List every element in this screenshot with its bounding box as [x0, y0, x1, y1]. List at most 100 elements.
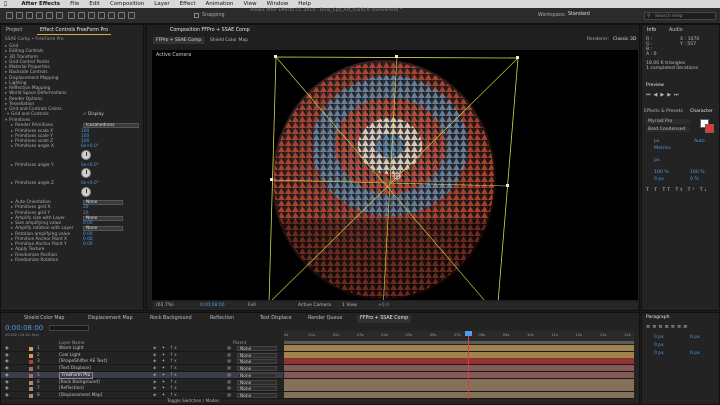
comp-sub-tab-1[interactable]: FFPro + SSAE Comp — [153, 37, 205, 44]
horizontal-scale-field[interactable]: 100 % — [690, 170, 705, 175]
timeline-tab-0[interactable]: Shield Color Map — [21, 315, 67, 323]
menu-edit[interactable]: Edit — [89, 1, 100, 7]
work-area-bar[interactable] — [284, 341, 634, 344]
disclosure-triangle-icon[interactable]: ▸ — [5, 70, 7, 75]
prim-value[interactable]: 0x+0.0° — [81, 144, 99, 149]
space-before[interactable]: 0 px — [654, 351, 664, 356]
prim-row-5[interactable]: ▸ Primitives angle Z 0x+0.0° — [11, 181, 99, 186]
parent-dropdown[interactable]: None — [237, 392, 277, 399]
indent-right[interactable]: 0 px — [690, 335, 700, 340]
disclosure-triangle-icon[interactable]: ▾ — [5, 118, 7, 123]
disclosure-triangle-icon[interactable]: ▸ — [5, 97, 7, 102]
vertical-scale-field[interactable]: 100 % — [654, 170, 669, 175]
baseline-shift-field[interactable]: 0 px — [654, 177, 664, 182]
pen-tool-icon[interactable] — [78, 12, 85, 19]
layer-dropdown[interactable]: None — [83, 215, 123, 221]
disclosure-triangle-icon[interactable]: ▸ — [11, 232, 13, 237]
layer-switches-icon[interactable]: ◈ ✦ fx — [153, 392, 179, 399]
disclosure-triangle-icon[interactable]: ▸ — [11, 253, 13, 258]
lower-row-11[interactable]: ▸ Randomize Rotation — [11, 258, 58, 263]
render-primitives-row[interactable]: ▸ Render Primitives Icosahedrons — [11, 122, 139, 128]
layer-duration-bar[interactable] — [284, 391, 634, 399]
tab-effect-controls[interactable]: Effect Controls FreeForm Pro — [37, 27, 112, 35]
tsume-field[interactable]: 0 % — [690, 177, 699, 182]
layer-dropdown[interactable]: None — [83, 200, 123, 205]
zoom-level[interactable]: (61.7%) — [156, 301, 174, 310]
parent-dropdown[interactable]: None — [237, 372, 277, 379]
menu-app[interactable]: After Effects — [21, 1, 60, 7]
disclosure-triangle-icon[interactable]: ▸ — [11, 237, 13, 242]
tab-character[interactable]: Character — [690, 109, 713, 114]
timeline-tab-3[interactable]: Reflection — [207, 315, 237, 323]
paragraph-header[interactable]: Paragraph — [646, 315, 670, 320]
timeline-tab-4[interactable]: Text Displace — [257, 315, 295, 323]
stroke-color-swatch[interactable] — [705, 124, 714, 133]
timeline-timecode[interactable]: 0:00:08:00 — [5, 324, 43, 332]
prim-value[interactable]: 0x+0.0° — [81, 181, 99, 186]
disclosure-triangle-icon[interactable]: ▸ — [11, 258, 13, 263]
layer-name[interactable]: [Displacement Map] — [59, 392, 102, 399]
preview-header[interactable]: Preview — [646, 83, 664, 88]
disclosure-triangle-icon[interactable]: ▸ — [11, 163, 13, 168]
indent-first[interactable]: 0 px — [654, 343, 664, 348]
playhead-handle[interactable] — [465, 331, 472, 336]
menu-help[interactable]: Help — [298, 1, 311, 7]
font-size-field[interactable]: px — [654, 139, 660, 144]
parent-dropdown[interactable]: None — [237, 379, 277, 386]
preview-controls[interactable]: ⏮◀▶▶⏭ — [646, 92, 716, 98]
camera-tool-icon[interactable] — [46, 12, 53, 19]
disclosure-triangle-icon[interactable]: ▸ — [11, 129, 13, 134]
disclosure-triangle-icon[interactable]: ▸ — [5, 91, 7, 96]
menu-window[interactable]: Window — [267, 1, 289, 7]
disclosure-triangle-icon[interactable]: ▸ — [11, 247, 13, 252]
snapping-checkbox[interactable] — [194, 13, 199, 18]
layer-row[interactable]: ◉ 8 [Displacement Map] ◈ ✦ fx @ None — [1, 391, 283, 399]
label-color-icon[interactable] — [29, 367, 33, 372]
disclosure-triangle-icon[interactable]: ▾ — [7, 112, 9, 117]
eraser-tool-icon[interactable] — [118, 12, 125, 19]
disclosure-triangle-icon[interactable]: ▸ — [11, 144, 13, 149]
comp-sub-tab-2[interactable]: Shield Color Map — [207, 37, 251, 44]
label-color-icon[interactable] — [29, 347, 33, 351]
align-buttons[interactable]: ≡≡≡≡≡≡≡ — [646, 324, 689, 330]
parent-dropdown[interactable]: None — [237, 359, 277, 365]
tab-effects-presets[interactable]: Effects & Presets — [644, 109, 683, 114]
view-camera[interactable]: Active Camera — [298, 301, 331, 310]
zoom-tool-icon[interactable] — [26, 12, 33, 19]
label-color-icon[interactable] — [29, 353, 33, 358]
angle-dial-icon[interactable] — [81, 186, 91, 197]
mask-tool-icon[interactable] — [68, 12, 75, 19]
disclosure-triangle-icon[interactable]: ▸ — [5, 76, 7, 81]
display-checkbox[interactable]: ✓ Display — [83, 112, 104, 117]
rotate-tool-icon[interactable] — [36, 12, 43, 19]
apple-icon[interactable]:  — [4, 1, 7, 7]
disclosure-triangle-icon[interactable]: ▸ — [5, 55, 7, 60]
hand-tool-icon[interactable] — [16, 12, 23, 19]
menu-effect[interactable]: Effect — [180, 1, 196, 7]
label-color-icon[interactable] — [29, 387, 33, 392]
brush-tool-icon[interactable] — [98, 12, 105, 19]
type-tool-icon[interactable] — [88, 12, 95, 19]
playhead[interactable] — [468, 331, 469, 399]
clone-tool-icon[interactable] — [108, 12, 115, 19]
indent-left[interactable]: 0 px — [654, 335, 664, 340]
tab-info[interactable]: Info — [644, 27, 659, 35]
kerning-field[interactable]: Metrics — [654, 146, 671, 151]
menu-file[interactable]: File — [70, 1, 79, 7]
renderer-value[interactable]: Classic 3D — [613, 37, 636, 42]
current-time[interactable]: 0:00:08:00 — [200, 301, 225, 310]
prim-value[interactable]: 0x+0.0° — [81, 163, 99, 168]
layer-dropdown[interactable]: None — [83, 226, 123, 232]
label-color-icon[interactable] — [29, 393, 33, 398]
disclosure-triangle-icon[interactable]: ▸ — [11, 216, 13, 221]
timeline-tab-6[interactable]: FFPro + SSAE Comp — [357, 315, 412, 323]
time-ruler[interactable]: 0s 01s 02s 03s 04s 05s 06s 07s 08s 09s 10s 11s 12s 13… — [284, 331, 634, 341]
font-style-select[interactable]: Bold Condensed — [646, 127, 690, 132]
disclosure-triangle-icon[interactable]: ▸ — [11, 134, 13, 139]
disclosure-triangle-icon[interactable]: ▸ — [11, 123, 13, 128]
parent-dropdown[interactable]: None — [237, 352, 277, 359]
timeline-tab-5[interactable]: Render Queue — [305, 315, 345, 323]
angle-dial-icon[interactable] — [81, 168, 91, 179]
timeline-tab-2[interactable]: Rock Background — [147, 315, 195, 323]
disclosure-triangle-icon[interactable]: ▸ — [11, 181, 13, 186]
